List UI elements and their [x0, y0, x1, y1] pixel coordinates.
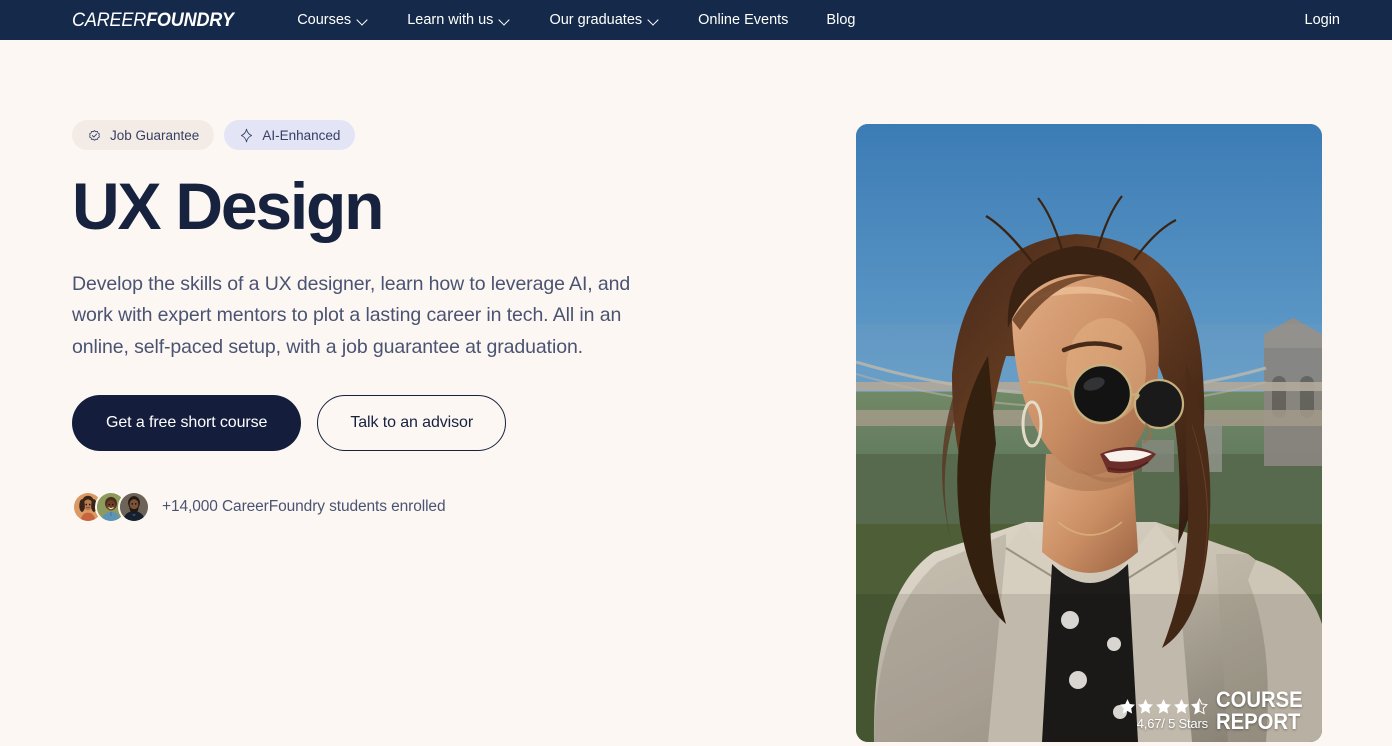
- social-proof-text: +14,000 CareerFoundry students enrolled: [162, 498, 446, 516]
- login-link[interactable]: Login: [1305, 13, 1340, 28]
- star-half-icon: [1190, 698, 1208, 715]
- page-title: UX Design: [72, 169, 384, 243]
- talk-to-advisor-button[interactable]: Talk to an advisor: [317, 395, 507, 452]
- star-full-icon: [1155, 699, 1171, 714]
- nav-item-blog-label: Blog: [826, 11, 856, 28]
- logo-text-career: CAREER: [72, 9, 147, 31]
- social-proof: +14,000 CareerFoundry students enrolled: [72, 491, 790, 524]
- star-full-icon: [1173, 699, 1189, 714]
- verified-check-icon: [89, 129, 100, 141]
- course-report-rating-group: 4,67/ 5 Stars: [1119, 698, 1208, 732]
- badge-job-guarantee-label: Job Guarantee: [110, 127, 200, 143]
- sparkle-icon: [241, 128, 253, 142]
- course-report-rating-text: 4,67/ 5 Stars: [1136, 716, 1208, 732]
- chevron-down-icon: [649, 15, 660, 26]
- avatar-image-3: [120, 493, 148, 522]
- hero-content-column: Job Guarantee AI-Enhanced UX Design Deve…: [0, 40, 790, 746]
- nav-item-courses-label: Courses: [297, 11, 352, 28]
- hero-image-column: 4,67/ 5 Stars COURSE REPORT: [856, 124, 1322, 742]
- rating-stars: [1119, 698, 1208, 715]
- course-report-badge: 4,67/ 5 Stars COURSE REPORT: [1119, 689, 1310, 732]
- nav-item-our-graduates-label: Our graduates: [549, 11, 643, 28]
- nav-item-learn-with-us-label: Learn with us: [407, 11, 494, 28]
- student-avatar-3: [118, 491, 150, 524]
- nav-right-group: Login: [1305, 13, 1368, 28]
- nav-item-courses[interactable]: Courses: [278, 13, 388, 28]
- course-report-wordmark: COURSE REPORT: [1215, 687, 1303, 734]
- course-report-line-2: REPORT: [1215, 708, 1301, 734]
- student-avatar-group: [72, 491, 150, 524]
- chevron-down-icon: [500, 15, 511, 26]
- logo-text-foundry: FOUNDRY: [146, 9, 234, 31]
- hero-photo-card: 4,67/ 5 Stars COURSE REPORT: [856, 124, 1322, 742]
- hero-photo: [856, 124, 1322, 742]
- nav-item-learn-with-us[interactable]: Learn with us: [388, 13, 530, 28]
- get-free-short-course-button[interactable]: Get a free short course: [72, 395, 302, 452]
- hero-cta-group: Get a free short course Talk to an advis…: [72, 395, 790, 452]
- nav-item-online-events-label: Online Events: [698, 11, 789, 28]
- careerfoundry-logo[interactable]: CAREERFOUNDRY: [72, 11, 234, 30]
- hero-badge-group: Job Guarantee AI-Enhanced: [72, 120, 790, 150]
- hero-description: Develop the skills of a UX designer, lea…: [72, 272, 631, 358]
- top-navigation-bar: CAREERFOUNDRY Courses Learn with us Our …: [0, 0, 1392, 40]
- badge-ai-enhanced: AI-Enhanced: [224, 120, 356, 150]
- hero-section: Job Guarantee AI-Enhanced UX Design Deve…: [0, 40, 1392, 746]
- nav-item-online-events[interactable]: Online Events: [679, 13, 807, 28]
- chevron-down-icon: [358, 15, 369, 26]
- badge-job-guarantee: Job Guarantee: [72, 120, 215, 150]
- primary-nav-links: Courses Learn with us Our graduates Onli…: [278, 13, 874, 28]
- star-full-icon: [1119, 699, 1135, 714]
- nav-item-our-graduates[interactable]: Our graduates: [530, 13, 679, 28]
- course-report-line-1: COURSE: [1215, 687, 1303, 713]
- nav-item-blog[interactable]: Blog: [807, 13, 874, 28]
- star-full-icon: [1137, 699, 1153, 714]
- badge-ai-enhanced-label: AI-Enhanced: [262, 127, 341, 143]
